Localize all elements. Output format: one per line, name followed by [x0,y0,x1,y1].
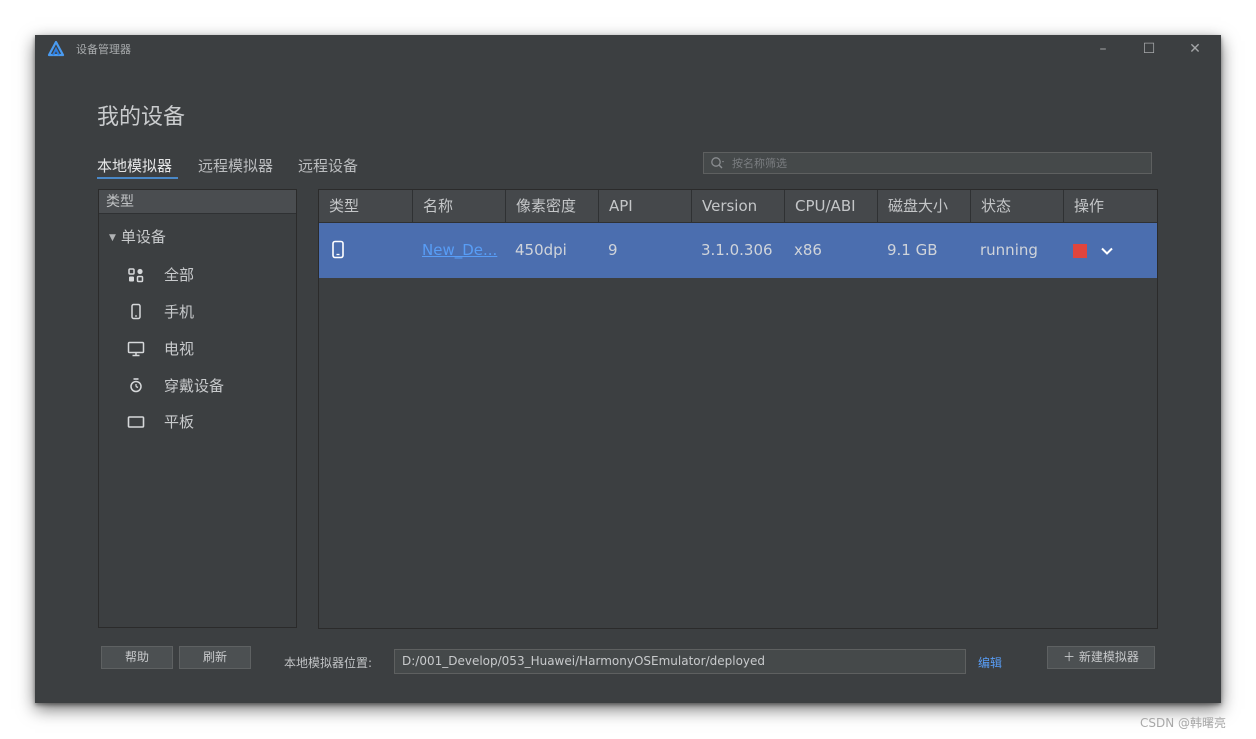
column-header-density[interactable]: 像素密度 [505,190,598,222]
sidebar-item-label: 穿戴设备 [164,377,225,395]
new-emulator-button[interactable]: ＋ 新建模拟器 [1047,646,1155,669]
stop-icon[interactable] [1073,244,1087,258]
cell-version: 3.1.0.306 [701,241,773,259]
window-title: 设备管理器 [76,43,131,56]
phone-icon [131,303,141,320]
device-table: 类型 名称 像素密度 API Version CPU/ABI 磁盘大小 状态 操… [318,189,1158,629]
watermark: CSDN @韩曙亮 [1140,716,1227,730]
column-header-actions[interactable]: 操作 [1063,190,1157,222]
screenshot-page: 设备管理器 – ☐ ✕ 我的设备 本地模拟器 远程模拟器 远程设备 类型 ▼ 单设… [0,0,1256,739]
refresh-button[interactable]: 刷新 [179,646,251,669]
cell-status: running [980,241,1038,259]
tablet-icon [127,416,145,428]
sidebar-item-wearable[interactable]: 穿戴设备 [127,373,292,399]
expand-arrow-icon[interactable]: ▼ [109,233,116,243]
column-header-version[interactable]: Version [691,190,784,222]
search-input[interactable] [732,153,1142,173]
cell-api: 9 [608,241,618,259]
minimize-button[interactable]: – [1090,39,1116,59]
close-button[interactable]: ✕ [1182,39,1208,59]
sidebar-item-label: 平板 [164,413,195,431]
app-logo-icon [47,41,65,57]
active-tab-indicator [97,177,178,179]
table-header: 类型 名称 像素密度 API Version CPU/ABI 磁盘大小 状态 操… [319,190,1157,223]
tab-remote-device[interactable]: 远程设备 [298,155,358,176]
sidebar-item-label: 全部 [164,266,195,284]
sidebar-item-phone[interactable]: 手机 [127,299,292,325]
device-manager-window: 设备管理器 – ☐ ✕ 我的设备 本地模拟器 远程模拟器 远程设备 类型 ▼ 单设… [35,35,1221,703]
table-row[interactable]: New_De... 450dpi 9 3.1.0.306 x86 9.1 GB … [319,223,1157,278]
tab-local-emulator[interactable]: 本地模拟器 [97,155,172,176]
help-button[interactable]: 帮助 [101,646,173,669]
cell-density: 450dpi [515,241,567,259]
maximize-button[interactable]: ☐ [1136,39,1162,59]
tree-group-single-device[interactable]: ▼ 单设备 [109,226,166,247]
emulator-location-field[interactable]: D:/001_Develop/053_Huawei/HarmonyOSEmula… [394,649,966,674]
phone-icon [332,240,344,259]
type-panel-header: 类型 [99,190,296,214]
sidebar-item-all[interactable]: 全部 [127,262,292,288]
emulator-location-label: 本地模拟器位置: [284,656,373,670]
title-bar[interactable]: 设备管理器 – ☐ ✕ [35,35,1221,63]
column-header-status[interactable]: 状态 [970,190,1063,222]
chevron-down-icon[interactable] [1099,243,1115,259]
tab-remote-emulator[interactable]: 远程模拟器 [198,155,273,176]
sidebar-item-tv[interactable]: 电视 [127,336,292,362]
device-type-panel: 类型 ▼ 单设备 全部 手机 电视 穿戴设备 平板 [98,189,297,628]
all-devices-icon [128,268,144,283]
cell-disk: 9.1 GB [887,241,938,259]
column-header-name[interactable]: 名称 [412,190,505,222]
sidebar-item-label: 电视 [164,340,195,358]
search-icon [711,157,724,169]
device-name-link[interactable]: New_De... [412,223,497,278]
search-box[interactable] [703,152,1152,174]
column-header-type[interactable]: 类型 [319,190,412,222]
column-header-disk[interactable]: 磁盘大小 [877,190,970,222]
column-header-cpu[interactable]: CPU/ABI [784,190,877,222]
sidebar-item-label: 手机 [164,303,195,321]
tree-group-label: 单设备 [120,228,166,246]
cell-cpu: x86 [794,241,822,259]
page-title: 我的设备 [97,105,186,130]
sidebar-item-tablet[interactable]: 平板 [127,409,292,435]
edit-location-link[interactable]: 编辑 [978,654,1002,671]
column-header-api[interactable]: API [598,190,691,222]
watch-icon [130,378,142,393]
tv-icon [127,341,145,357]
